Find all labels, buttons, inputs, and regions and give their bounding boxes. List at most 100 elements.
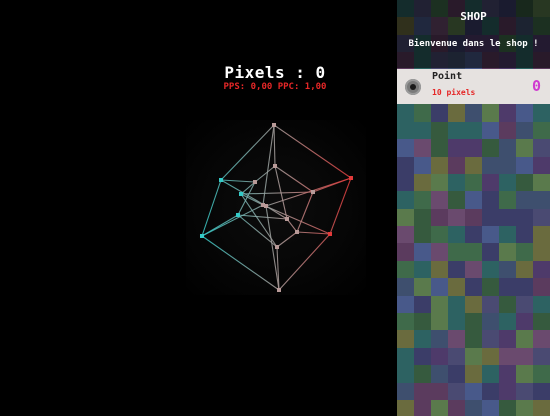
shop-bg-tile xyxy=(482,208,499,227)
shop-bg-tile xyxy=(533,226,550,244)
shop-bg-tile xyxy=(533,104,550,122)
shop-bg-tile xyxy=(431,156,448,174)
shop-bg-tile xyxy=(482,121,499,140)
shop-bg-tile xyxy=(516,104,533,122)
tesseract[interactable] xyxy=(0,0,397,416)
shop-bg-tile xyxy=(482,104,499,122)
shop-bg-tile xyxy=(516,208,533,227)
shop-bg-tile xyxy=(465,208,482,227)
shop-bg-tile xyxy=(397,313,414,331)
tesseract-vertex xyxy=(349,176,353,180)
shop-bg-tile xyxy=(465,191,482,209)
tesseract-vertex xyxy=(219,178,223,182)
shop-bg-tile xyxy=(499,399,516,416)
shop-item-point[interactable]: Point 10 pixels 0 xyxy=(397,69,550,104)
shop-bg-tile xyxy=(499,365,516,383)
shop-bg-tile xyxy=(414,347,431,366)
shop-bg-tile xyxy=(499,260,516,279)
shop-bg-tile xyxy=(448,191,465,209)
shop-bg-tile xyxy=(448,260,465,279)
tesseract-edge xyxy=(329,177,352,235)
shop-bg-tile xyxy=(533,347,550,366)
point-icon xyxy=(405,79,421,95)
shop-bg-tile xyxy=(414,121,431,140)
shop-bg-tile xyxy=(448,278,465,296)
tesseract-edge xyxy=(220,124,275,181)
tesseract-vertex xyxy=(261,203,265,207)
tesseract-edge xyxy=(237,214,288,220)
shop-item-owned-count: 0 xyxy=(531,77,541,95)
shop-bg-tile xyxy=(414,278,431,296)
shop-bg-tile xyxy=(448,295,465,314)
shop-bg-tile xyxy=(533,330,550,348)
shop-bg-tile xyxy=(431,295,448,314)
shop-bg-tile xyxy=(482,243,499,261)
tesseract-edge xyxy=(273,124,276,167)
shop-bg-tile xyxy=(499,243,516,261)
shop-bg-tile xyxy=(414,156,431,174)
shop-bg-tile xyxy=(482,260,499,279)
shop-bg-tile xyxy=(516,347,533,366)
shop-bg-tile xyxy=(499,347,516,366)
shop-bg-tile xyxy=(431,208,448,227)
game-area[interactable]: Pixels : 0 PPS: 0,00 PPC: 1,00 xyxy=(0,0,397,416)
shop-bg-tile xyxy=(414,243,431,261)
shop-bg-tile xyxy=(414,191,431,209)
shop-bg-tile xyxy=(482,295,499,314)
shop-bg-tile xyxy=(516,173,533,192)
shop-bg-tile xyxy=(448,139,465,157)
shop-bg-tile xyxy=(431,382,448,400)
shop-bg-tile xyxy=(465,295,482,314)
shop-bg-tile xyxy=(499,313,516,331)
shop-bg-tile xyxy=(465,243,482,261)
shop-bg-tile xyxy=(397,226,414,244)
shop-bg-tile xyxy=(516,260,533,279)
shop-bg-tile xyxy=(499,156,516,174)
tesseract-edges xyxy=(201,124,352,291)
shop-bg-tile xyxy=(482,139,499,157)
shop-bg-tile xyxy=(482,173,499,192)
shop-bg-tile xyxy=(533,139,550,157)
shop-bg-tile xyxy=(431,365,448,383)
shop-bg-tile xyxy=(465,121,482,140)
shop-bg-tile xyxy=(448,208,465,227)
shop-bg-tile xyxy=(448,399,465,416)
shop-bg-tile xyxy=(533,191,550,209)
shop-bg-tile xyxy=(448,104,465,122)
shop-bg-tile xyxy=(431,313,448,331)
shop-bg-tile xyxy=(516,382,533,400)
shop-bg-tile xyxy=(499,208,516,227)
shop-bg-tile xyxy=(465,330,482,348)
shop-bg-tile xyxy=(414,173,431,192)
shop-bg-tile xyxy=(431,121,448,140)
shop-title: SHOP xyxy=(460,10,487,23)
shop-bg-tile xyxy=(397,295,414,314)
shop-bg-tile xyxy=(448,382,465,400)
tesseract-edge xyxy=(274,165,314,193)
rates-readout: PPS: 0,00 PPC: 1,00 xyxy=(223,82,327,92)
shop-bg-tile xyxy=(465,156,482,174)
shop-bg-tile xyxy=(431,104,448,122)
tesseract-vertex xyxy=(328,232,332,236)
shop-bg-tile xyxy=(516,243,533,261)
shop-bg-tile xyxy=(499,139,516,157)
shop-bg-tile xyxy=(533,260,550,279)
shop-bg-tile xyxy=(431,191,448,209)
shop-bg-tile xyxy=(414,313,431,331)
tesseract-vertex xyxy=(295,230,299,234)
shop-bg-tile xyxy=(516,365,533,383)
shop-bg-tile xyxy=(499,295,516,314)
shop-bg-tile xyxy=(414,104,431,122)
tesseract-vertex xyxy=(277,288,281,292)
shop-bg-tile xyxy=(533,156,550,174)
tesseract-edge xyxy=(273,124,352,179)
shop-bg-tile xyxy=(448,156,465,174)
shop-bg-tile xyxy=(448,173,465,192)
shop-bg-tile xyxy=(414,365,431,383)
shop-bg-tile xyxy=(397,139,414,157)
shop-bg-tile xyxy=(397,260,414,279)
shop-bg-tile xyxy=(448,347,465,366)
shop-bg-tile xyxy=(533,278,550,296)
shop-bg-tile xyxy=(414,295,431,314)
shop-bg-tile xyxy=(465,365,482,383)
